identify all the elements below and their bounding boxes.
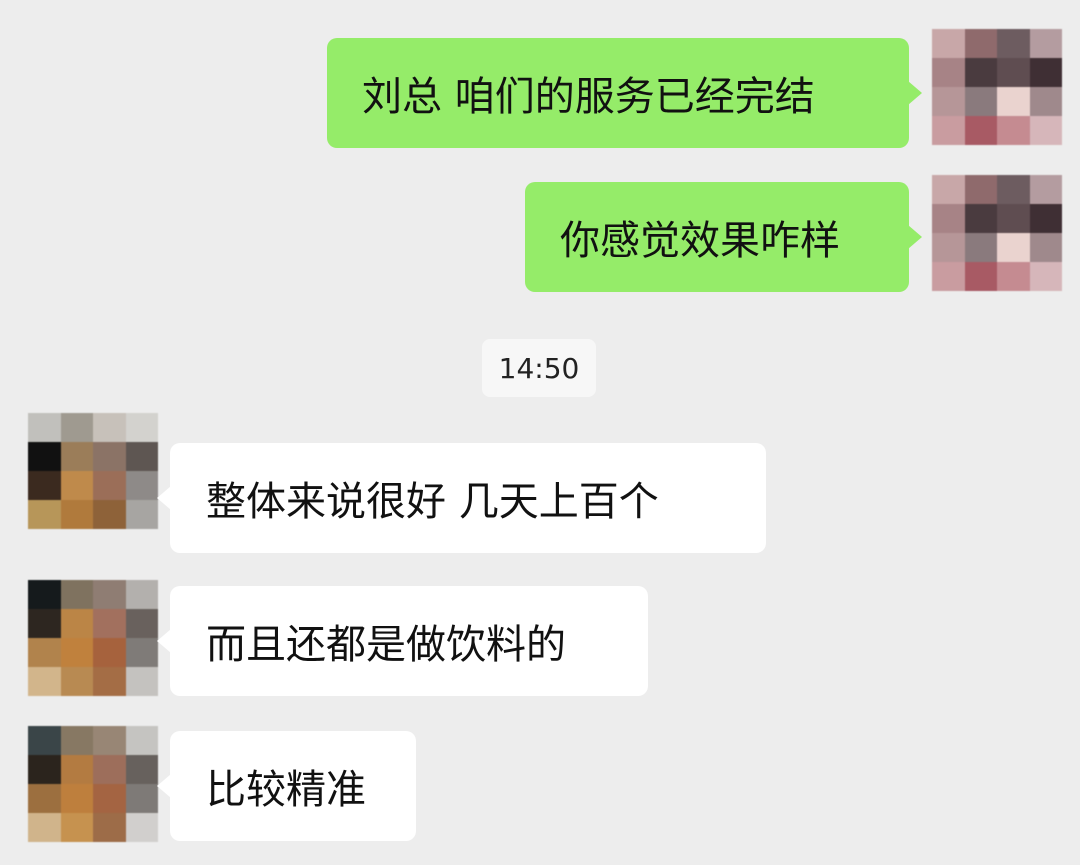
- message-text: 整体来说很好 几天上百个: [206, 479, 659, 525]
- message-bubble-incoming[interactable]: 而且还都是做饮料的: [157, 586, 648, 696]
- avatar-pixel-grid: [28, 413, 158, 529]
- message-bubble-incoming[interactable]: 比较精准: [157, 731, 416, 841]
- message-text: 比较精准: [206, 767, 366, 813]
- my-avatar[interactable]: [932, 29, 1062, 145]
- message-bubble-outgoing[interactable]: 刘总 咱们的服务已经完结: [327, 38, 922, 148]
- avatar-pixel-grid: [28, 580, 158, 696]
- message-text: 刘总 咱们的服务已经完结: [362, 74, 815, 120]
- message-bubble-outgoing[interactable]: 你感觉效果咋样: [525, 182, 922, 292]
- chat-window: 刘总 咱们的服务已经完结 你感觉效果咋样 14:50 整体来说很好 几天上百个: [0, 0, 1080, 865]
- message-text: 而且还都是做饮料的: [206, 622, 566, 668]
- message-timestamp: 14:50: [482, 339, 596, 397]
- bubble-tail: [157, 486, 171, 510]
- contact-avatar[interactable]: [28, 413, 158, 529]
- contact-avatar[interactable]: [28, 580, 158, 696]
- contact-avatar[interactable]: [28, 726, 158, 842]
- message-bubble-incoming[interactable]: 整体来说很好 几天上百个: [157, 443, 766, 553]
- avatar-pixel-grid: [932, 29, 1062, 145]
- message-text: 你感觉效果咋样: [560, 218, 840, 264]
- bubble-tail: [157, 774, 171, 798]
- bubble-tail: [908, 225, 922, 249]
- my-avatar[interactable]: [932, 175, 1062, 291]
- avatar-pixel-grid: [932, 175, 1062, 291]
- avatar-pixel-grid: [28, 726, 158, 842]
- bubble-tail: [157, 629, 171, 653]
- bubble-tail: [908, 81, 922, 105]
